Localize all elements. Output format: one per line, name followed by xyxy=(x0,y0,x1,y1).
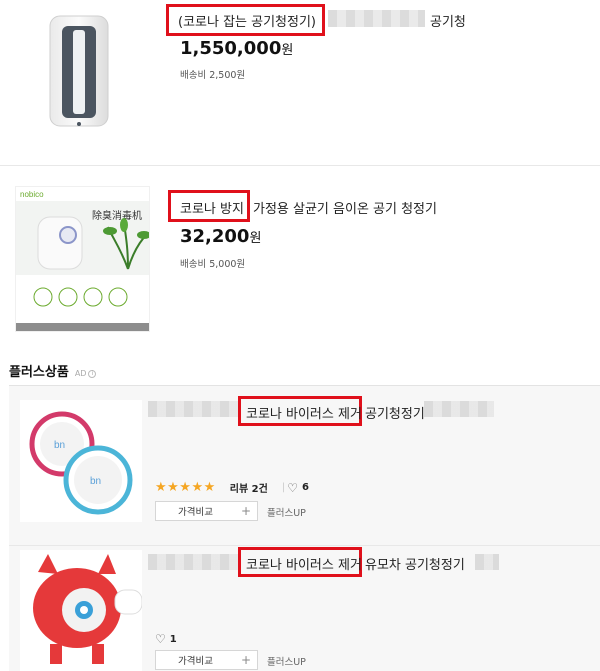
blurred-text xyxy=(475,554,499,570)
rating-row: ★★★★★ 리뷰 2건 | ♡ 6 xyxy=(155,480,309,495)
section-header: 플러스상품 AD i xyxy=(9,361,97,380)
plusup-label[interactable]: 플러스UP xyxy=(267,505,306,519)
product-image[interactable] xyxy=(40,8,120,133)
product-title-highlight[interactable]: 코로나 방지 xyxy=(180,198,244,217)
compare-price-button[interactable]: 가격비교 + xyxy=(155,650,258,670)
device-logo: bn xyxy=(54,440,65,451)
blurred-text xyxy=(148,554,238,570)
review-count[interactable]: 리뷰 2건 xyxy=(230,480,268,495)
ad-badge[interactable]: AD i xyxy=(75,369,97,378)
shipping-fee: 배송비 2,500원 xyxy=(180,70,246,81)
product-title-suffix[interactable]: 유모차 공기청정기 xyxy=(365,554,465,573)
product-price: 1,550,000원 xyxy=(180,38,294,59)
plus-icon: + xyxy=(240,653,252,667)
product-image[interactable] xyxy=(20,550,142,671)
device-logo: bn xyxy=(90,476,101,487)
blurred-text xyxy=(328,10,425,27)
product-title-suffix[interactable]: 공기청정기 xyxy=(365,403,425,422)
blurred-text xyxy=(148,401,238,417)
shipping-fee: 배송비 5,000원 xyxy=(180,259,246,270)
blurred-text xyxy=(424,401,494,417)
heart-icon: ♡ xyxy=(155,632,166,646)
product-card[interactable]: (코로나 잡는 공기청정기) 공기청 1,550,000원 배송비 2,500원 xyxy=(0,0,600,160)
section-title: 플러스상품 xyxy=(9,365,69,380)
product-title-suffix[interactable]: 가정용 살균기 음이온 공기 청정기 xyxy=(253,198,437,217)
product-title-highlight[interactable]: (코로나 잡는 공기청정기) xyxy=(178,11,316,30)
brand-logo: nobico xyxy=(20,190,44,199)
image-caption: 除臭消毒机 xyxy=(92,209,142,222)
heart-icon: ♡ xyxy=(287,480,298,495)
divider xyxy=(0,165,600,166)
product-image[interactable]: nobico 除臭消毒机 xyxy=(15,186,150,332)
product-title-suffix[interactable]: 공기청 xyxy=(430,11,466,30)
plusup-label[interactable]: 플러스UP xyxy=(267,654,306,668)
plus-product-card[interactable]: bn bn 코로나 바이러스 제거 공기청정기 ★★★★★ 리뷰 2건 | ♡ … xyxy=(9,385,600,537)
plus-product-card[interactable]: 코로나 바이러스 제거 유모차 공기청정기 ♡ 1 가격비교 + 플러스UP xyxy=(9,546,600,671)
product-card[interactable]: nobico 除臭消毒机 코로나 방지 가정용 살균기 음이온 공기 청정기 3… xyxy=(0,170,600,335)
product-price: 32,200원 xyxy=(180,226,262,247)
compare-price-button[interactable]: 가격비교 + xyxy=(155,501,258,521)
rating-stars: ★★★★★ xyxy=(155,480,216,495)
like-button[interactable]: ♡ 1 xyxy=(155,632,177,646)
product-title-highlight[interactable]: 코로나 바이러스 제거 xyxy=(246,554,362,573)
product-title-highlight[interactable]: 코로나 바이러스 제거 xyxy=(246,403,362,422)
product-image[interactable]: bn bn xyxy=(20,400,142,522)
info-icon[interactable]: i xyxy=(88,369,97,378)
like-button[interactable]: ♡ 6 xyxy=(287,481,309,495)
plus-icon: + xyxy=(240,504,252,518)
